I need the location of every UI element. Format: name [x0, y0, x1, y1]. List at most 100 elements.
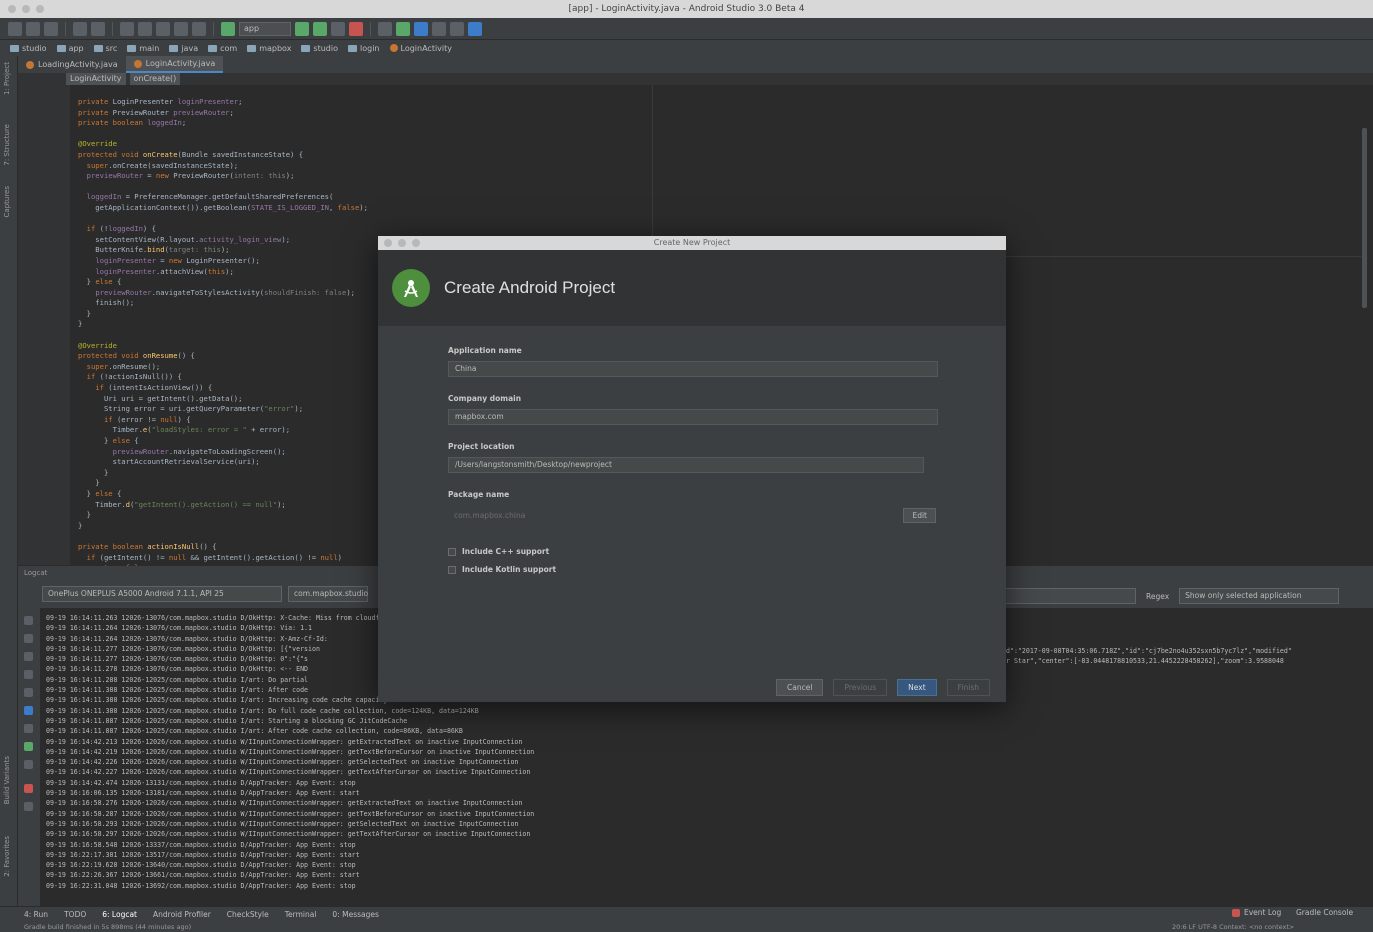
previous-button[interactable]: Previous — [833, 678, 888, 696]
restart-icon[interactable] — [24, 706, 33, 715]
screenshot-icon[interactable] — [24, 724, 33, 733]
left-tool-strip: 1: Project 7: Structure Captures Build V… — [0, 56, 18, 906]
scroll-end-icon[interactable] — [24, 634, 33, 643]
method-crumb[interactable]: onCreate() — [129, 73, 181, 85]
cpp-support-checkbox[interactable]: Include C++ support — [448, 547, 938, 556]
copy-icon[interactable] — [138, 21, 152, 36]
dialog-heading: Create Android Project — [444, 278, 616, 297]
structure-tool-tab[interactable]: 7: Structure — [3, 124, 15, 166]
build-variants-tool-tab[interactable]: Build Variants — [3, 756, 15, 804]
favorites-tool-tab[interactable]: 2: Favorites — [3, 836, 15, 877]
cancel-button[interactable]: Cancel — [776, 678, 824, 696]
project-tool-tab[interactable]: 1: Project — [3, 62, 15, 95]
editor-scroll-thumb[interactable] — [1362, 128, 1367, 308]
sdk-manager-icon[interactable] — [378, 21, 392, 36]
editor-tab[interactable]: LoadingActivity.java — [18, 56, 126, 73]
breadcrumb-item[interactable]: LoginActivity — [389, 44, 452, 53]
undo-icon[interactable] — [73, 21, 87, 36]
process-select[interactable]: com.mapbox.studio — [288, 586, 368, 602]
folder-icon — [127, 44, 137, 52]
clear-log-icon[interactable] — [24, 616, 33, 625]
open-icon[interactable] — [8, 21, 22, 36]
method-breadcrumb: LoginActivity onCreate() — [18, 73, 1373, 85]
profile-icon[interactable] — [331, 21, 345, 36]
record-icon[interactable] — [24, 742, 33, 751]
breadcrumb-item[interactable]: java — [169, 44, 198, 53]
replace-icon[interactable] — [192, 21, 206, 36]
avd-manager-icon[interactable] — [396, 21, 410, 36]
make-project-icon[interactable] — [221, 21, 235, 36]
settings-icon[interactable] — [24, 760, 33, 769]
editor-tab-active[interactable]: LoginActivity.java — [125, 56, 224, 73]
checkbox-box[interactable] — [448, 547, 456, 556]
folder-icon — [301, 44, 311, 52]
breadcrumb-item[interactable]: main — [127, 44, 159, 53]
code-editor[interactable]: private LoginPresenter loginPresenter; p… — [78, 97, 368, 574]
folder-icon — [10, 44, 19, 52]
debug-icon[interactable] — [313, 21, 327, 36]
breadcrumb-item[interactable]: com — [208, 44, 237, 53]
regex-checkbox[interactable]: Regex — [1146, 592, 1169, 601]
project-form: Application name China Company domain ma… — [448, 346, 938, 583]
find-icon[interactable] — [174, 21, 188, 36]
package-name-label: Package name — [448, 490, 510, 499]
up-icon[interactable] — [24, 652, 33, 661]
breadcrumb-item[interactable]: studio — [301, 44, 338, 53]
run-icon[interactable] — [295, 21, 309, 36]
event-log-tab[interactable]: Event Log — [1232, 908, 1281, 917]
logcat-tab[interactable]: 6: Logcat — [102, 910, 137, 919]
log-search-input[interactable] — [1000, 588, 1136, 604]
help-icon[interactable] — [450, 21, 464, 36]
device-select[interactable]: OnePlus ONEPLUS A5000 Android 7.1.1, API… — [42, 586, 282, 602]
dialog-window-controls[interactable] — [384, 239, 420, 247]
gradle-console-tab[interactable]: Gradle Console — [1296, 908, 1353, 917]
window-controls[interactable] — [8, 5, 44, 13]
redo-icon[interactable] — [91, 21, 105, 36]
next-button[interactable]: Next — [897, 678, 937, 696]
breadcrumb-item[interactable]: login — [348, 44, 380, 53]
editor-tabs: LoadingActivity.java LoginActivity.java — [18, 56, 1373, 73]
company-domain-label: Company domain — [448, 394, 522, 403]
paste-icon[interactable] — [156, 21, 170, 36]
breadcrumb-item[interactable]: mapbox — [247, 44, 291, 53]
terminal-tab[interactable]: Terminal — [285, 910, 317, 919]
class-crumb[interactable]: LoginActivity — [66, 73, 126, 85]
checkstyle-tab[interactable]: CheckStyle — [227, 910, 269, 919]
sync-icon[interactable] — [44, 21, 58, 36]
edit-package-button[interactable]: Edit — [903, 507, 936, 523]
help-log-icon[interactable] — [24, 802, 33, 811]
breadcrumb-item[interactable]: app — [56, 44, 84, 53]
project-structure-icon[interactable] — [432, 21, 446, 36]
status-bar-message: Gradle build finished in 5s 898ms (44 mi… — [0, 922, 1373, 932]
run-tab[interactable]: 4: Run — [24, 910, 48, 919]
project-location-input[interactable]: /Users/langstonsmith/Desktop/newproject — [448, 457, 924, 473]
create-project-dialog: Create New Project Create Android Projec… — [378, 236, 1006, 702]
java-file-icon — [133, 59, 142, 68]
logcat-side-tools — [18, 608, 40, 906]
flag-icon[interactable] — [468, 21, 482, 36]
messages-tab[interactable]: 0: Messages — [332, 910, 378, 919]
close-logcat-icon[interactable] — [24, 784, 33, 793]
captures-tool-tab[interactable]: Captures — [3, 186, 15, 217]
class-icon — [389, 44, 398, 52]
kotlin-support-checkbox[interactable]: Include Kotlin support — [448, 565, 938, 574]
java-file-icon — [26, 60, 34, 69]
cut-icon[interactable] — [120, 21, 134, 36]
filter-select[interactable]: Show only selected application — [1179, 588, 1340, 604]
folder-icon — [56, 44, 66, 52]
down-icon[interactable] — [24, 670, 33, 679]
android-profiler-tab[interactable]: Android Profiler — [153, 910, 211, 919]
checkbox-box[interactable] — [448, 565, 456, 574]
dialog-titlebar: Create New Project — [378, 236, 1006, 250]
print-icon[interactable] — [24, 688, 33, 697]
stop-icon[interactable] — [349, 21, 363, 36]
app-name-input[interactable]: China — [448, 361, 938, 377]
breadcrumb-item[interactable]: src — [93, 44, 117, 53]
breadcrumb-item[interactable]: studio — [10, 44, 47, 53]
finish-button[interactable]: Finish — [946, 678, 990, 696]
save-icon[interactable] — [26, 21, 40, 36]
company-domain-input[interactable]: mapbox.com — [448, 409, 938, 425]
run-config-select[interactable]: app — [239, 21, 291, 36]
todo-tab[interactable]: TODO — [64, 910, 86, 919]
gradle-sync-icon[interactable] — [414, 21, 428, 36]
